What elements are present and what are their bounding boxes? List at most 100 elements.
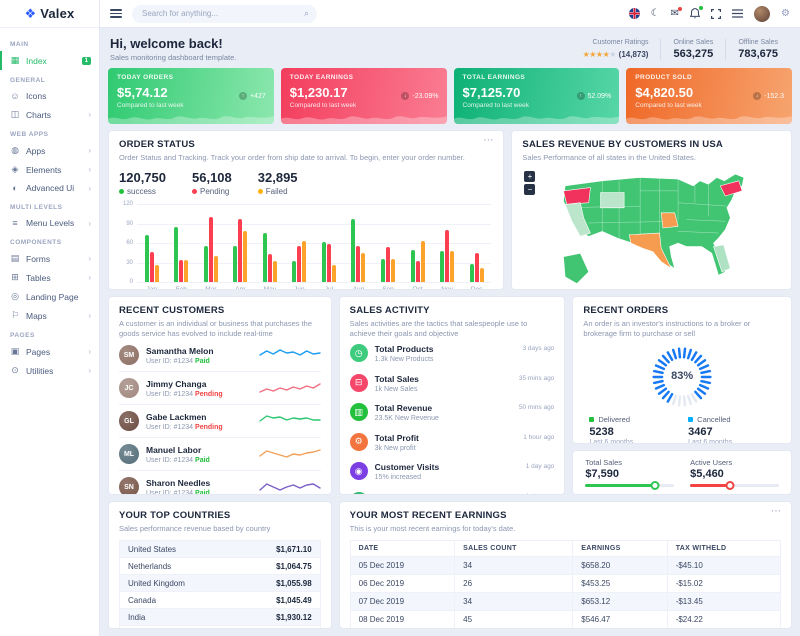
usa-choropleth[interactable]	[532, 169, 782, 287]
bar-failed[interactable]	[331, 265, 336, 283]
sidebar-item-tables[interactable]: ⊞ Tables ›	[0, 268, 99, 287]
customer-avatar: ML	[119, 444, 139, 465]
flag-icon[interactable]	[628, 8, 640, 19]
brand[interactable]: ❖ Valex	[0, 0, 99, 28]
earnings-tax: -$13.45	[666, 592, 782, 612]
order-stat-value: 56,108	[192, 170, 232, 186]
bar-success[interactable]	[262, 233, 267, 283]
bar-failed[interactable]	[302, 240, 307, 283]
hamburger-menu-icon[interactable]	[110, 9, 122, 18]
user-avatar[interactable]	[754, 5, 771, 22]
sidebar-item-landing-page[interactable]: ◎ Landing Page	[0, 287, 99, 306]
search-icon[interactable]: ⌕	[304, 8, 309, 19]
activity-subtitle: 15% increased	[374, 474, 421, 482]
notifications-bell-icon[interactable]	[690, 6, 704, 19]
settings-gear-icon[interactable]: ⚙	[781, 8, 790, 19]
slider-active-users: Active Users $5,460	[690, 458, 779, 490]
search-input[interactable]	[132, 4, 317, 23]
customer-list: SM Samantha Melon User ID: #1234 Paid JC Jim…	[119, 339, 321, 494]
orders-legend: Delivered 5238 Last 6 months Cancelled 3467 L…	[583, 415, 781, 443]
bar-failed[interactable]	[184, 260, 189, 283]
card-menu-button[interactable]: ⋯	[483, 135, 494, 146]
slider-track[interactable]	[690, 481, 779, 490]
dark-mode-moon-icon[interactable]: ☾	[651, 8, 660, 19]
bar-pending[interactable]	[415, 260, 420, 283]
orders-legend-cancelled: Cancelled 3467 Last 6 months	[682, 415, 781, 443]
sidebar-item-index[interactable]: ▦ Index 1	[0, 51, 99, 70]
bar-pending[interactable]	[149, 252, 154, 283]
sidebar-section-label: WEB APPS	[10, 131, 49, 138]
messages-icon[interactable]: ✉	[671, 6, 683, 19]
bar-success[interactable]	[174, 226, 179, 283]
bar-success[interactable]	[410, 249, 415, 283]
bar-failed[interactable]	[361, 252, 366, 283]
customer-name: Gabe Lackmen	[146, 411, 207, 422]
sidebar-item-elements[interactable]: ◈ Elements ›	[0, 160, 99, 179]
x-axis-tick: Oct	[412, 286, 423, 290]
bar-pending[interactable]	[474, 252, 479, 283]
slider-knob[interactable]	[725, 481, 735, 490]
x-axis-tick: Sep	[382, 286, 394, 290]
bar-pending[interactable]	[356, 245, 361, 283]
bar-failed[interactable]	[420, 240, 425, 283]
bar-failed[interactable]	[391, 258, 396, 283]
trend-arrow-icon: ↑	[576, 92, 585, 100]
list-menu-icon[interactable]	[732, 9, 744, 18]
bar-pending[interactable]	[179, 260, 184, 283]
map-zoom-in-button[interactable]: +	[524, 171, 536, 183]
bar-pending[interactable]	[267, 253, 272, 283]
sidebar-item-forms[interactable]: ▤ Forms ›	[0, 249, 99, 268]
sidebar-item-charts[interactable]: ◫ Charts ›	[0, 105, 99, 124]
bar-failed[interactable]	[213, 256, 218, 283]
earnings-col-date: DATE	[349, 540, 456, 558]
bar-chart-icon: ▥	[349, 403, 368, 422]
bar-failed[interactable]	[243, 231, 248, 283]
chevron-right-icon: ›	[88, 146, 91, 155]
bar-success[interactable]	[440, 250, 445, 283]
sidebar-item-icons[interactable]: ☺ Icons	[0, 87, 99, 105]
bar-failed[interactable]	[154, 264, 159, 283]
sidebar-section-label: COMPONENTS	[10, 239, 62, 246]
stat-value: 783,675	[738, 47, 778, 60]
usa-map-title: SALES REVENUE BY CUSTOMERS IN USA	[522, 139, 723, 150]
sidebar-item-utilities[interactable]: ⊙ Utilities ›	[0, 361, 99, 380]
bar-success[interactable]	[144, 234, 149, 283]
bar-success[interactable]	[381, 259, 386, 283]
bar-success[interactable]	[233, 246, 238, 283]
sidebar-item-advanced-ui[interactable]: ◐ Advanced Ui ›	[0, 179, 99, 197]
bar-success[interactable]	[321, 242, 326, 283]
bar-success[interactable]	[203, 245, 208, 283]
slider-track[interactable]	[585, 481, 675, 490]
sidebar-item-pages[interactable]: ▣ Pages ›	[0, 342, 99, 361]
map-zoom-out-button[interactable]: −	[524, 184, 536, 196]
bar-failed[interactable]	[272, 261, 277, 283]
earnings-col-tax-witheld: TAX WITHELD	[666, 540, 782, 558]
fullscreen-icon[interactable]	[711, 8, 722, 19]
bar-pending[interactable]	[238, 219, 243, 283]
sidebar-item-apps[interactable]: ◍ Apps ›	[0, 141, 99, 160]
customer-avatar: JC	[119, 378, 139, 399]
sidebar-item-menu-levels[interactable]: ≡ Menu Levels ›	[0, 214, 99, 232]
bar-pending[interactable]	[445, 230, 450, 283]
country-row-united-kingdom: United Kingdom $1,055.98	[119, 575, 321, 593]
bar-pending[interactable]	[386, 247, 391, 283]
earnings-tax: -$15.02	[666, 574, 782, 594]
eye-icon: ◉	[349, 462, 368, 481]
bar-pending[interactable]	[208, 217, 213, 283]
sidebar-item-maps[interactable]: ⚐ Maps ›	[0, 306, 99, 325]
bar-success[interactable]	[469, 263, 474, 283]
bar-success[interactable]	[292, 260, 297, 283]
slider-knob[interactable]	[650, 481, 660, 490]
bar-success[interactable]	[351, 219, 356, 283]
stat-card-badge: ↓ -23.09%	[401, 92, 439, 100]
earnings-count: 34	[454, 592, 574, 612]
bar-pending[interactable]	[297, 246, 302, 283]
bar-pending[interactable]	[326, 244, 331, 283]
cart-icon: ⊟	[349, 373, 368, 392]
bar-failed[interactable]	[479, 267, 484, 283]
country-row-canada: Canada $1,045.49	[119, 592, 321, 610]
card-menu-button[interactable]: ⋯	[771, 506, 782, 517]
activity-row-total-sales: ⊟ Total Sales 1k New Sales 35 mins ago	[349, 369, 554, 399]
bar-failed[interactable]	[450, 250, 455, 283]
usa-map: + −	[522, 169, 781, 287]
